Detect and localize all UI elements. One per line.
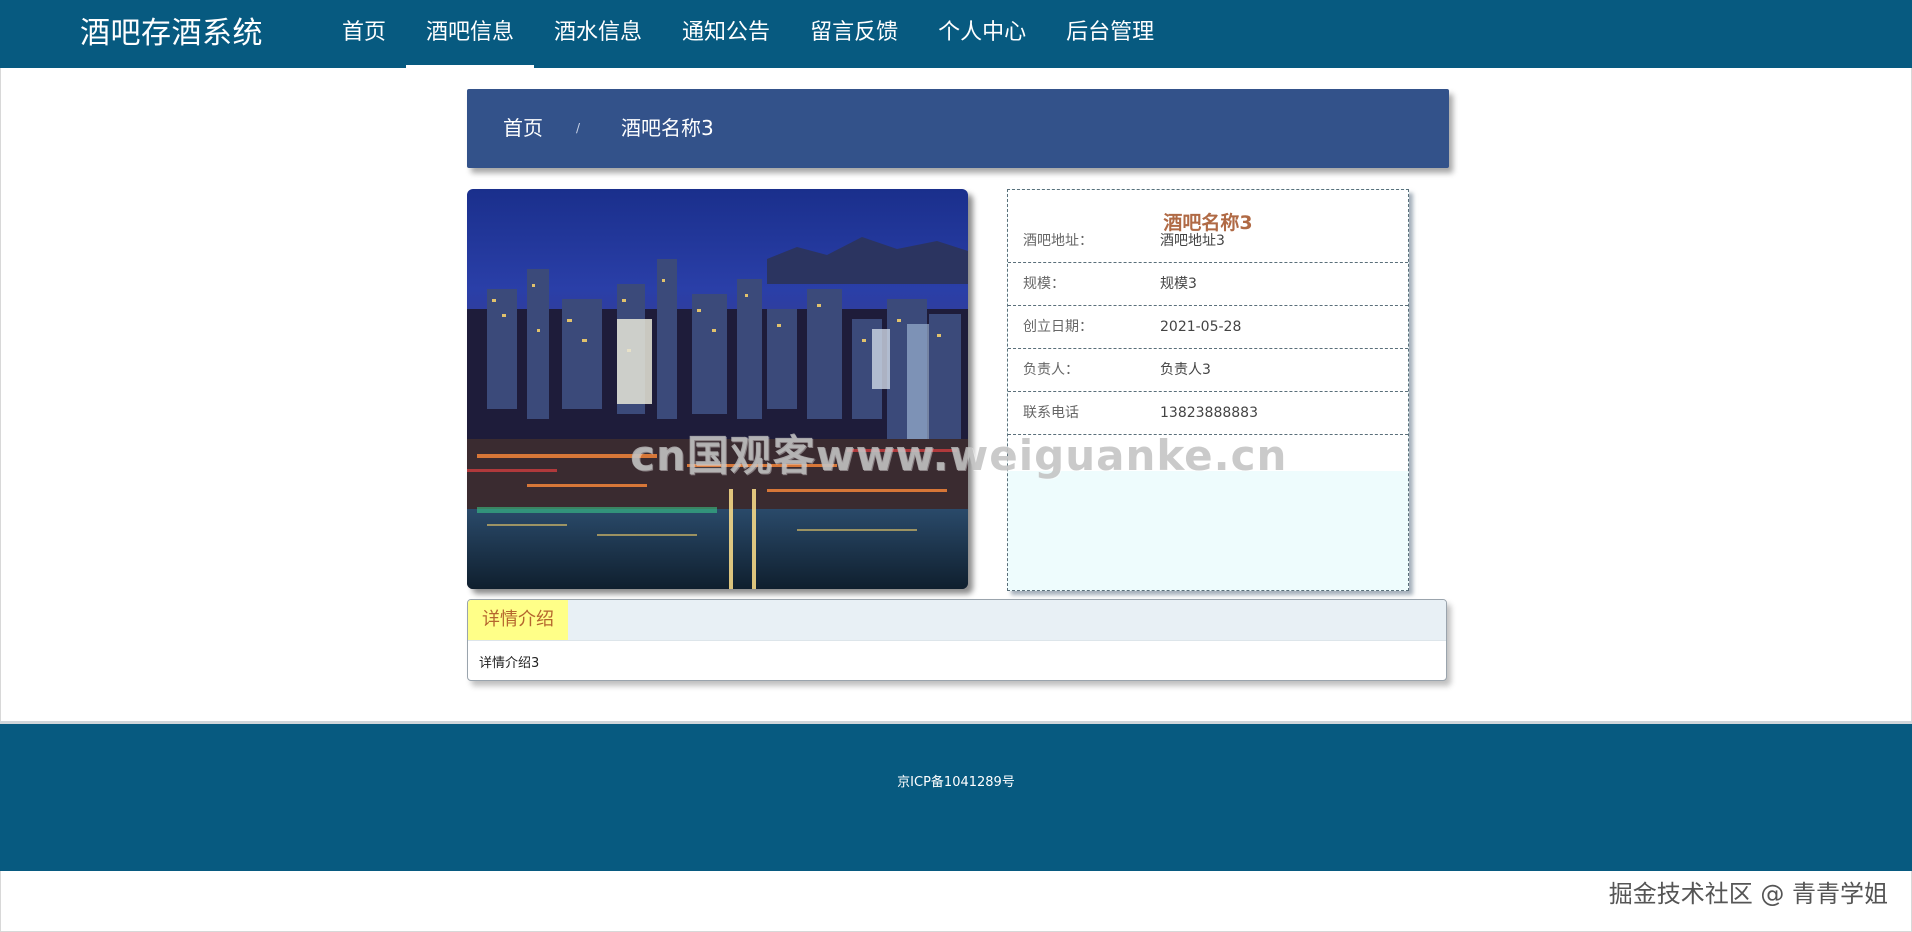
info-value: 酒吧地址3 bbox=[1160, 233, 1225, 249]
main-nav: 首页 酒吧信息 酒水信息 通知公告 留言反馈 个人中心 后台管理 bbox=[322, 0, 1174, 68]
nav-item-drinks-info[interactable]: 酒水信息 bbox=[534, 0, 662, 68]
nav-item-home[interactable]: 首页 bbox=[322, 0, 406, 68]
info-row-scale: 规模： 规模3 bbox=[1008, 263, 1408, 306]
site-brand[interactable]: 酒吧存酒系统 bbox=[80, 0, 263, 68]
info-label: 创立日期： bbox=[1023, 319, 1093, 335]
bar-photo bbox=[467, 189, 968, 589]
bar-info-panel: 酒吧名称3 酒吧地址： 酒吧地址3 规模： 规模3 创立日期： 2021-05-… bbox=[1007, 189, 1409, 591]
breadcrumb-home-link[interactable]: 首页 bbox=[503, 89, 543, 168]
top-navbar: 酒吧存酒系统 首页 酒吧信息 酒水信息 通知公告 留言反馈 个人中心 后台管理 bbox=[0, 0, 1912, 68]
info-row-address: 酒吧地址： 酒吧地址3 bbox=[1008, 220, 1408, 263]
nav-item-notices[interactable]: 通知公告 bbox=[662, 0, 790, 68]
info-value: 规模3 bbox=[1160, 276, 1197, 292]
detail-panel: 详情介绍 详情介绍3 bbox=[467, 599, 1447, 681]
site-watermark: cn国观客www.weiguanke.cn bbox=[630, 431, 1288, 480]
info-value: 2021-05-28 bbox=[1160, 319, 1242, 335]
page-footer: 京ICP备1041289号 bbox=[0, 721, 1912, 871]
breadcrumb-separator: / bbox=[576, 121, 581, 135]
info-label: 负责人： bbox=[1023, 362, 1079, 378]
author-watermark: 掘金技术社区 @ 青青学姐 bbox=[1608, 880, 1888, 908]
info-value: 负责人3 bbox=[1160, 362, 1211, 378]
info-label: 酒吧地址： bbox=[1023, 233, 1093, 249]
icp-license-text: 京ICP备1041289号 bbox=[897, 775, 1015, 790]
info-row-founded-date: 创立日期： 2021-05-28 bbox=[1008, 306, 1408, 349]
breadcrumb-current: 酒吧名称3 bbox=[621, 116, 714, 140]
nav-item-bar-info[interactable]: 酒吧信息 bbox=[406, 0, 535, 68]
tab-detail-intro[interactable]: 详情介绍 bbox=[468, 600, 568, 640]
nav-item-user-center[interactable]: 个人中心 bbox=[918, 0, 1046, 68]
detail-content: 详情介绍3 bbox=[479, 656, 540, 671]
breadcrumb: 首页 / 酒吧名称3 bbox=[467, 89, 1449, 168]
detail-tab-bar: 详情介绍 bbox=[468, 600, 1446, 641]
info-row-manager: 负责人： 负责人3 bbox=[1008, 349, 1408, 392]
nav-item-admin[interactable]: 后台管理 bbox=[1046, 0, 1174, 68]
info-label: 规模： bbox=[1023, 276, 1065, 292]
nav-item-feedback[interactable]: 留言反馈 bbox=[790, 0, 918, 68]
